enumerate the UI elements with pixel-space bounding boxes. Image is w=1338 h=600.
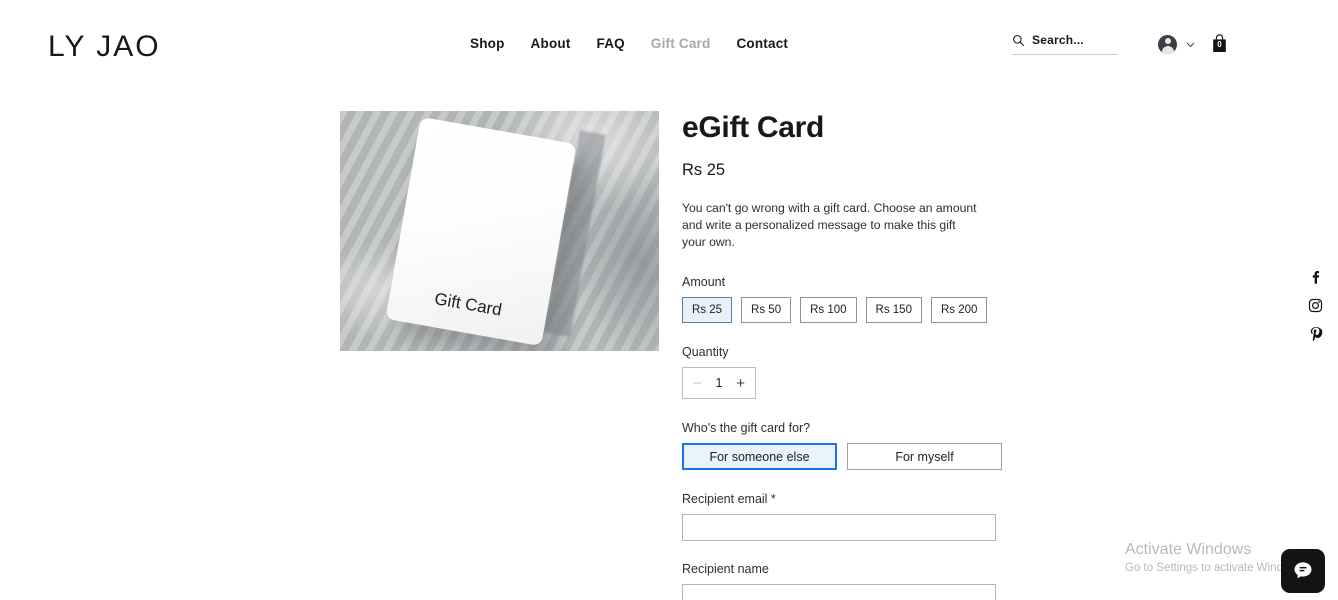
- search-icon: [1013, 34, 1025, 46]
- amount-label: Amount: [682, 275, 726, 289]
- user-avatar-icon[interactable]: [1158, 35, 1177, 54]
- product-details-panel: eGift Card Rs 25 You can't go wrong with…: [682, 111, 1012, 600]
- facebook-icon[interactable]: [1308, 270, 1323, 285]
- cart-count: 0: [1217, 40, 1222, 49]
- search-box[interactable]: [1012, 33, 1118, 55]
- quantity-decrement-button[interactable]: −: [693, 376, 702, 391]
- amount-option-200[interactable]: Rs 200: [930, 297, 988, 323]
- recipient-option-someone-else[interactable]: For someone else: [682, 443, 837, 470]
- search-input[interactable]: [1032, 33, 1112, 47]
- cart-button[interactable]: 0: [1212, 34, 1227, 53]
- page-root: LY JAO Shop About FAQ Gift Card Contact: [0, 0, 1338, 600]
- recipient-choice-label: Who's the gift card for?: [682, 421, 811, 435]
- gift-card-graphic-label: Gift Card: [433, 289, 504, 320]
- product-description: You can't go wrong with a gift card. Cho…: [682, 201, 977, 249]
- amount-option-150[interactable]: Rs 150: [865, 297, 922, 323]
- chat-widget-button[interactable]: [1281, 549, 1325, 593]
- account-menu[interactable]: [1158, 35, 1196, 54]
- quantity-label: Quantity: [682, 345, 729, 359]
- amount-option-50[interactable]: Rs 50: [741, 297, 792, 323]
- recipient-email-label: Recipient email *: [682, 492, 776, 506]
- site-logo[interactable]: LY JAO: [48, 30, 161, 64]
- social-links-rail: [1308, 270, 1323, 341]
- recipient-email-input[interactable]: [682, 514, 996, 541]
- nav-item-faq[interactable]: FAQ: [597, 36, 625, 51]
- nav-item-shop[interactable]: Shop: [470, 36, 505, 51]
- recipient-choice-options: For someone else For myself: [682, 443, 1012, 470]
- instagram-icon[interactable]: [1308, 298, 1323, 313]
- recipient-name-input[interactable]: [682, 584, 996, 600]
- product-title: eGift Card: [682, 111, 825, 144]
- recipient-name-label: Recipient name: [682, 562, 769, 576]
- product-image[interactable]: Gift Card: [340, 111, 659, 351]
- product-price: Rs 25: [682, 161, 726, 179]
- pinterest-icon[interactable]: [1308, 326, 1323, 341]
- nav-item-about[interactable]: About: [531, 36, 571, 51]
- quantity-value[interactable]: 1: [716, 376, 723, 390]
- amount-option-100[interactable]: Rs 100: [800, 297, 857, 323]
- chevron-down-icon[interactable]: [1185, 39, 1196, 50]
- main-navigation: Shop About FAQ Gift Card Contact: [470, 36, 788, 51]
- nav-item-contact[interactable]: Contact: [736, 36, 788, 51]
- site-header: LY JAO Shop About FAQ Gift Card Contact: [0, 0, 1338, 90]
- quantity-increment-button[interactable]: +: [736, 376, 745, 391]
- recipient-option-myself[interactable]: For myself: [847, 443, 1002, 470]
- amount-options: Rs 25 Rs 50 Rs 100 Rs 150 Rs 200: [682, 297, 1012, 323]
- amount-option-25[interactable]: Rs 25: [682, 297, 733, 323]
- quantity-stepper: − 1 +: [682, 367, 756, 399]
- nav-item-gift-card[interactable]: Gift Card: [651, 36, 711, 51]
- chat-bubble-icon: [1294, 562, 1312, 579]
